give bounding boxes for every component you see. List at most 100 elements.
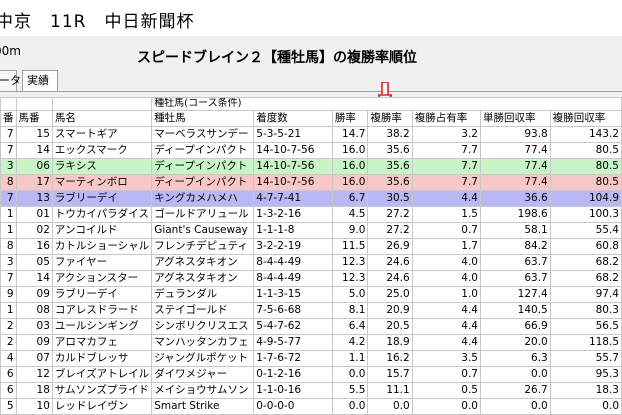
race-title: 中京 11R 中日新聞杯 (0, 12, 195, 32)
cell-place-rate: 24.6 (367, 254, 413, 271)
cell-place-return: 80.3 (549, 302, 622, 319)
group-header-spacer (15, 97, 53, 111)
cell-umaban: 09 (15, 286, 53, 303)
group-header-sire: 種牡馬(コース条件) (151, 97, 622, 111)
table-row[interactable]: 2 09 アロマカフェ マンハッタンカフェ 4-9-5-77 4.2 18.9 4.4 20.0… (0, 334, 622, 351)
cell-umaban: 10 (15, 398, 53, 415)
cell-name: サムソンズプライド (51, 382, 153, 399)
cell-win-return: 77.4 (479, 158, 551, 175)
table-row[interactable]: 6 18 サムソンズプライド メイショウサムソン 1-1-0-16 5.5 11.1 0.5 2… (0, 382, 622, 399)
race-header: 中京 11R 中日新聞杯 (0, 0, 622, 36)
cell-place-share: 4.0 (411, 270, 481, 287)
cell-place-share: 3.5 (411, 350, 481, 367)
cell-win-rate: 4.2 (331, 334, 369, 351)
cell-place-share: 7.7 (411, 142, 481, 159)
col-header-umaban[interactable]: 馬番 (15, 110, 53, 127)
cell-win-rate: 5.0 (331, 286, 369, 303)
table-row[interactable]: 3 06 ラキシス ディープインパクト 14-10-7-56 16.0 35.6 7.7 77.… (0, 158, 622, 175)
tab-data[interactable]: ータ (0, 70, 21, 91)
cell-record: 3-2-2-19 (253, 238, 333, 255)
col-header-name[interactable]: 馬名 (51, 110, 153, 127)
table-row[interactable]: 7 14 エックスマーク ディープインパクト 14-10-7-56 16.0 35.6 7.7… (0, 142, 622, 159)
group-header-spacer (51, 97, 153, 111)
cell-sire: マーベラスサンデー (151, 126, 255, 143)
col-header-win-return[interactable]: 単勝回収率 (479, 110, 551, 127)
table-row[interactable]: 1 02 アンコイルド Giant's Causeway 1-1-1-8 9.0 27.2 0… (0, 222, 622, 239)
cell-umaban: 18 (15, 382, 53, 399)
cell-umaban: 12 (15, 366, 53, 383)
cell-place-share: 3.2 (411, 126, 481, 143)
cell-name: アクションスター (51, 270, 153, 287)
cell-umaban: 15 (15, 126, 53, 143)
col-header-win-rate[interactable]: 勝率 (331, 110, 369, 127)
table-row[interactable]: 5 10 レッドレイヴン Smart Strike 0-0-0-0 0.0 0.0 0.0 0.… (0, 398, 622, 415)
cell-win-return: 6.3 (479, 350, 551, 367)
cell-sire: アグネスタキオン (151, 270, 255, 287)
table-row[interactable]: 3 05 ファイヤー アグネスタキオン 8-4-4-49 12.3 24.6 4.0 63.7 6… (0, 254, 622, 271)
cell-name: ファイヤー (51, 254, 153, 271)
cell-record: 0-1-2-16 (253, 366, 333, 383)
distance-label: 00m (0, 44, 21, 58)
col-header-place-return[interactable]: 複勝回収率 (549, 110, 622, 127)
cell-waku: 2 (0, 334, 17, 351)
cell-place-share: 1.7 (411, 238, 481, 255)
table-row[interactable]: 7 14 アクションスター アグネスタキオン 8-4-4-49 12.3 24.6 4.0 63… (0, 270, 622, 287)
cell-umaban: 03 (15, 318, 53, 335)
cell-win-rate: 8.1 (331, 302, 369, 319)
cell-name: マーティンボロ (51, 174, 153, 191)
cell-umaban: 02 (15, 222, 53, 239)
cell-place-return: 60.8 (549, 238, 622, 255)
cell-win-return: 20.0 (479, 334, 551, 351)
cell-sire: マンハッタンカフェ (151, 334, 255, 351)
table-row[interactable]: 9 09 ラブリーデイ デュランダル 1-1-3-15 5.0 25.0 1.0 127.4 97… (0, 286, 622, 303)
cell-win-rate: 0.0 (331, 366, 369, 383)
cell-waku: 6 (0, 366, 17, 383)
table-row[interactable]: 1 01 トウカイパラダイス ゴールドアリュール 1-3-2-16 4.5 27.2 1.5 1… (0, 206, 622, 223)
table-row[interactable]: 1 08 コアレスドラード ステイゴールド 7-5-6-68 8.1 20.9 4.4 140.… (0, 302, 622, 319)
cell-sire: デュランダル (151, 286, 255, 303)
table-row[interactable]: 8 16 カトルショーシャル フレンチデピュティ 3-2-2-19 11.5 26.9 1.7… (0, 238, 622, 255)
cell-waku: 3 (0, 158, 17, 175)
cell-win-return: 66.9 (479, 318, 551, 335)
cell-win-return: 93.8 (479, 126, 551, 143)
cell-place-return: 80.5 (549, 158, 622, 175)
cell-place-share: 0.5 (411, 382, 481, 399)
cell-place-share: 7.7 (411, 158, 481, 175)
cell-sire: フレンチデピュティ (151, 238, 255, 255)
table-row[interactable]: 6 12 ブレイズアトレイル ダイワメジャー 0-1-2-16 0.0 15.7 0.7 0.0… (0, 366, 622, 383)
cell-place-rate: 35.6 (367, 174, 413, 191)
col-header-place-rate[interactable]: 複勝率 (367, 110, 413, 127)
cell-sire: Smart Strike (151, 398, 255, 415)
cell-win-rate: 16.0 (331, 142, 369, 159)
col-header-waku[interactable]: 番 (0, 110, 17, 127)
table-row[interactable]: 7 15 スマートギア マーベラスサンデー 5-3-5-21 14.7 38.2 3.2 93.… (0, 126, 622, 143)
cell-place-return: 68.2 (549, 254, 622, 271)
cell-place-rate: 26.9 (367, 238, 413, 255)
table-row[interactable]: 7 13 ラブリーデイ キングカメハメハ 4-7-7-41 6.7 30.5 4.4 36.6 1… (0, 190, 622, 207)
cell-place-share: 4.4 (411, 318, 481, 335)
cell-name: ラブリーデイ (51, 286, 153, 303)
table-row[interactable]: 2 03 ユールシンギング シンボリクリスエス 5-4-7-62 6.4 20.5 4.4 66… (0, 318, 622, 335)
tab-divider (0, 91, 622, 92)
tab-results[interactable]: 実績 (22, 70, 58, 91)
cell-win-rate: 0.0 (331, 398, 369, 415)
col-header-record[interactable]: 着度数 (253, 110, 333, 127)
cell-win-return: 0.0 (479, 398, 551, 415)
cell-place-return: 55.7 (549, 350, 622, 367)
cell-place-rate: 25.0 (367, 286, 413, 303)
cell-place-share: 1.0 (411, 286, 481, 303)
cell-waku: 8 (0, 174, 17, 191)
col-header-place-share[interactable]: 複勝占有率 (411, 110, 481, 127)
cell-record: 14-10-7-56 (253, 142, 333, 159)
table-row[interactable]: 8 17 マーティンボロ ディープインパクト 14-10-7-56 16.0 35.6 7.7… (0, 174, 622, 191)
cell-place-return: 80.5 (549, 142, 622, 159)
table-row[interactable]: 4 07 カルドブレッサ ジャングルポケット 1-7-6-72 1.1 16.2 3.5 6.3… (0, 350, 622, 367)
col-header-sire[interactable]: 種牡馬 (151, 110, 255, 127)
cell-name: トウカイパラダイス (51, 206, 153, 223)
cell-place-share: 0.7 (411, 366, 481, 383)
cell-place-rate: 20.5 (367, 318, 413, 335)
cell-win-rate: 5.5 (331, 382, 369, 399)
cell-place-share: 0.7 (411, 222, 481, 239)
cell-sire: ディープインパクト (151, 142, 255, 159)
data-grid[interactable]: 種牡馬(コース条件) 番 馬番 馬名 種牡馬 着度数 勝率 複勝率 複勝占有率 … (0, 97, 622, 415)
